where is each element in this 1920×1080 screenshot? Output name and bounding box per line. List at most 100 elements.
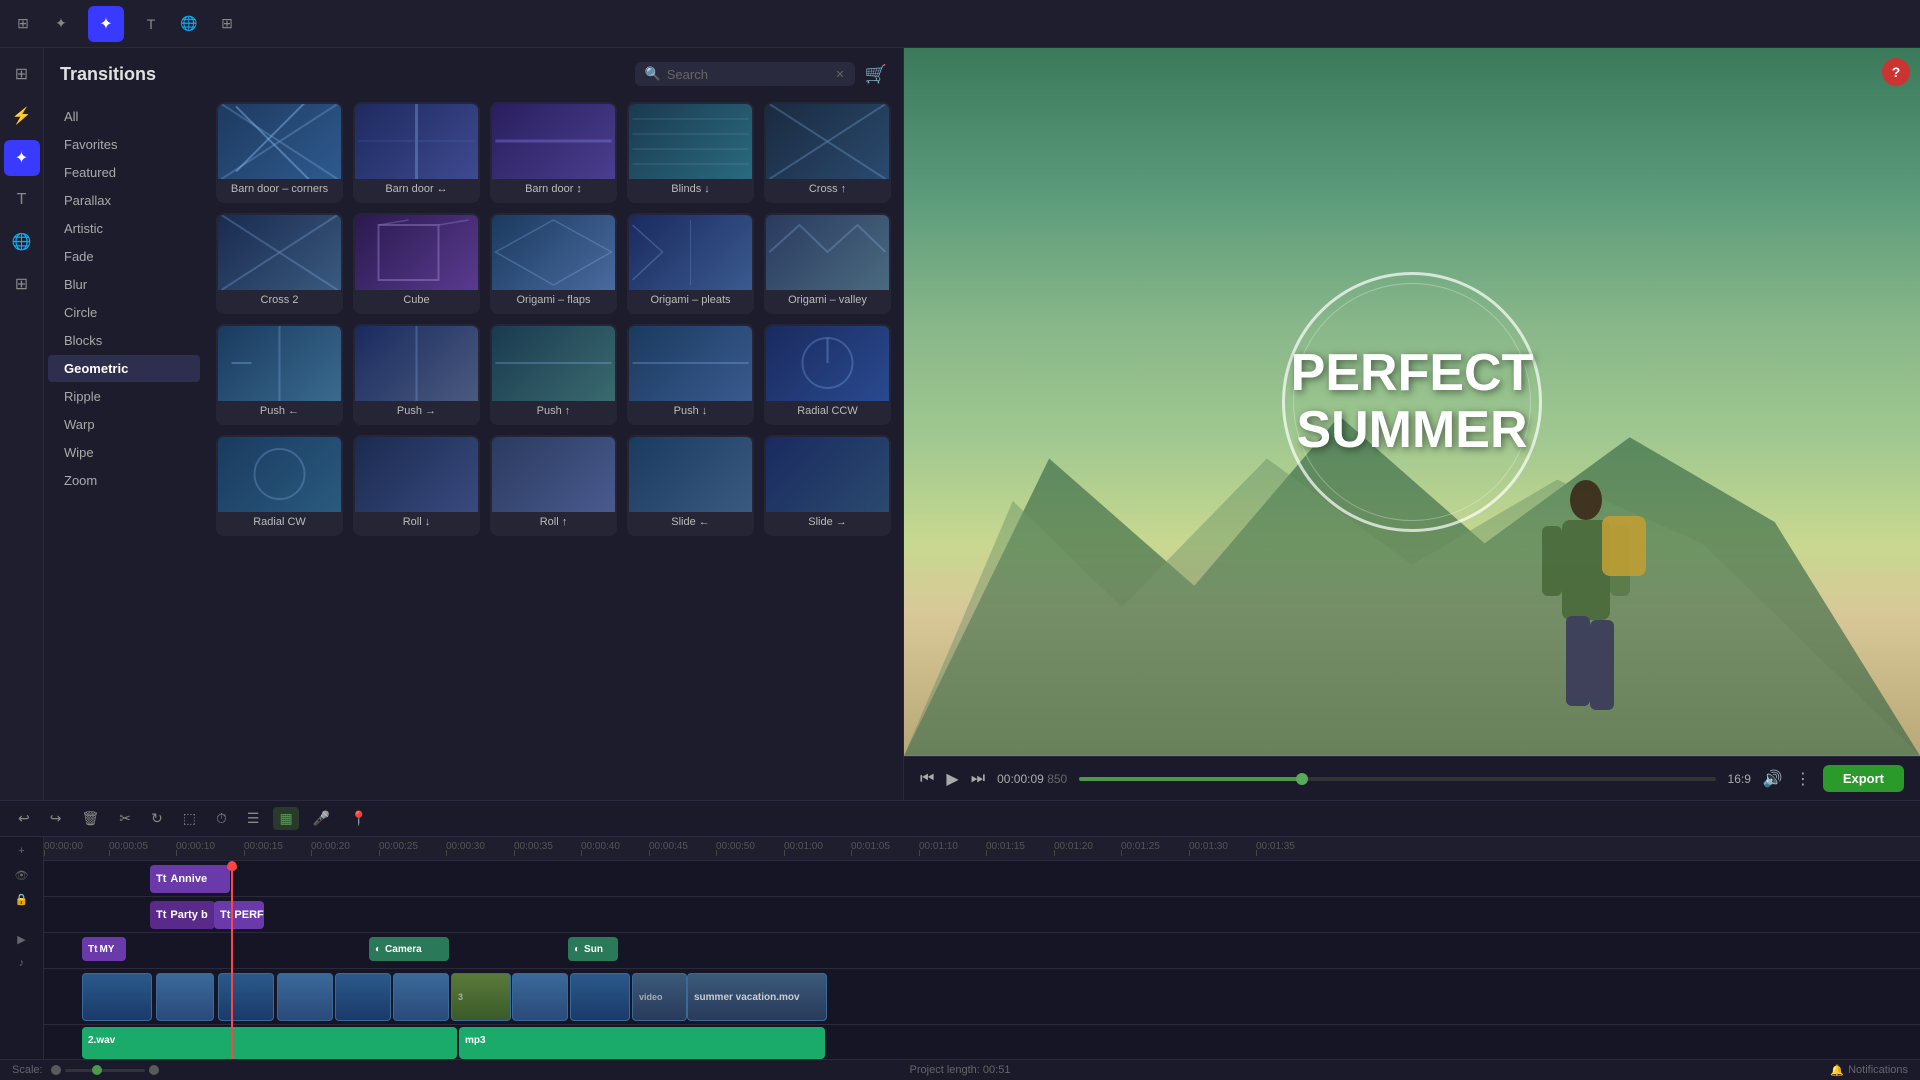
play-button[interactable]: ▶ [946,769,958,789]
help-button[interactable]: ? [1882,58,1910,86]
clear-icon[interactable]: ✕ [835,68,844,81]
nav-zoom[interactable]: Zoom [48,467,200,494]
transition-roll-down[interactable]: Roll ↓ [353,435,480,536]
transition-slide-right[interactable]: Slide → [764,435,891,536]
progress-bar[interactable] [1079,777,1715,781]
fast-forward-button[interactable]: ⏭ [971,770,985,788]
nav-wipe[interactable]: Wipe [48,439,200,466]
grid-icon[interactable]: ⊞ [12,13,34,35]
cart-icon[interactable]: 🛒 [865,64,887,85]
transition-cross2[interactable]: Cross 2 [216,213,343,314]
clip-camera[interactable]: ◐ Camera [369,937,449,961]
magic-icon[interactable]: ✦ [50,13,72,35]
clip-my[interactable]: Tt MY [82,937,126,961]
clip-perfe[interactable]: Tt PERFE [214,901,264,929]
menu-button[interactable]: ☰ [241,807,266,830]
apps-icon[interactable]: ⊞ [216,13,238,35]
nav-favorites[interactable]: Favorites [48,131,200,158]
nav-artistic[interactable]: Artistic [48,215,200,242]
special-button[interactable]: ▦ [273,807,298,830]
nav-parallax[interactable]: Parallax [48,187,200,214]
location-button[interactable]: 📍 [344,807,373,830]
tl-lock[interactable]: 🔒 [8,889,36,909]
video-clip-7[interactable]: 3 [451,973,511,1021]
clip-sun[interactable]: ◐ Sun [568,937,618,961]
effects-icon[interactable]: ✦ [88,6,124,42]
nav-featured[interactable]: Featured [48,159,200,186]
audio-clip-wav[interactable]: for(let i=0;i<187;i++){ const h = 4 + Ma… [82,1027,457,1059]
volume-button[interactable]: 🔊 [1763,769,1783,789]
transition-blinds[interactable]: Blinds ↓ [627,102,754,203]
sidebar-icon-text[interactable]: T [4,182,40,218]
nav-blur[interactable]: Blur [48,271,200,298]
text-icon[interactable]: T [140,13,162,35]
timeline-toolbar: ↩ ↪ 🗑 ✂ ↻ ⬚ ⏱ ☰ ▦ 🎤 📍 [0,801,1920,837]
transition-origami-pleats[interactable]: Origami – pleats [627,213,754,314]
transitions-body: All Favorites Featured Parallax Artistic… [44,94,903,800]
video-clip-3[interactable] [218,973,274,1021]
video-clip-6[interactable] [393,973,449,1021]
transition-origami-valley[interactable]: Origami – valley [764,213,891,314]
nav-geometric[interactable]: Geometric [48,355,200,382]
nav-fade[interactable]: Fade [48,243,200,270]
transition-barn-vert[interactable]: Barn door ↕ [490,102,617,203]
transition-cross1[interactable]: Cross ↑ [764,102,891,203]
nav-warp[interactable]: Warp [48,411,200,438]
nav-ripple[interactable]: Ripple [48,383,200,410]
tl-add-track[interactable]: + [8,841,36,861]
transition-radial-ccw[interactable]: Radial CCW [764,324,891,425]
nav-all[interactable]: All [48,103,200,130]
settings-button[interactable]: ⋮ [1795,769,1811,789]
scale-track[interactable] [65,1069,145,1072]
tl-audio-icon[interactable]: ♪ [8,953,36,973]
track-overlay-row: Tt MY ◐ Camera ◐ Sun [44,933,1920,969]
sidebar-icon-apps[interactable]: ⊞ [4,266,40,302]
sidebar-icon-magic[interactable]: ⚡ [4,98,40,134]
video-clip-8[interactable] [512,973,568,1021]
transition-radial-cw[interactable]: Radial CW [216,435,343,536]
mic-button[interactable]: 🎤 [307,807,336,830]
transition-push-up[interactable]: Push ↑ [490,324,617,425]
video-clip-1[interactable] [82,973,152,1021]
audio-clip-mp3[interactable]: for(let i=0;i<183;i++){ const h = 3 + Ma… [459,1027,825,1059]
video-clip-10[interactable]: video [632,973,687,1021]
scale-label: Scale: [12,1064,43,1076]
export-button[interactable]: Export [1823,765,1904,792]
transition-cube[interactable]: Cube [353,213,480,314]
redo-button[interactable]: ↪ [44,807,68,830]
transition-slide-left[interactable]: Slide ← [627,435,754,536]
video-clip-9[interactable] [570,973,630,1021]
video-clip-4[interactable] [277,973,333,1021]
timeline-tracks[interactable]: 00:00:00 00:00:05 00:00:10 00:00:15 00:0… [44,837,1920,1059]
undo-button[interactable]: ↩ [12,807,36,830]
notifications[interactable]: 🔔 Notifications [1830,1064,1908,1077]
timer-button[interactable]: ⏱ [210,807,233,830]
sidebar-icon-grid[interactable]: ⊞ [4,56,40,92]
globe-icon[interactable]: 🌐 [178,13,200,35]
transition-roll-up[interactable]: Roll ↑ [490,435,617,536]
search-input[interactable] [667,67,830,82]
sidebar-icon-effects[interactable]: ✦ [4,140,40,176]
redo2-button[interactable]: ↻ [145,807,169,830]
crop-button[interactable]: ⬚ [177,807,202,830]
rewind-button[interactable]: ⏮ [920,770,934,788]
video-clip-2[interactable] [156,973,214,1021]
delete-button[interactable]: 🗑 [75,807,105,830]
transition-push-down[interactable]: Push ↓ [627,324,754,425]
transition-barn-horiz[interactable]: Barn door ↔ [353,102,480,203]
clip-annive[interactable]: Tt Annive [150,865,230,893]
tl-eye[interactable]: 👁 [8,865,36,885]
sidebar-icon-globe[interactable]: 🌐 [4,224,40,260]
transition-push-left[interactable]: Push ← [216,324,343,425]
video-clip-5[interactable] [335,973,391,1021]
tl-video-icon[interactable]: ▶ [8,929,36,949]
video-clip-end[interactable]: summer vacation.mov [687,973,827,1021]
search-box[interactable]: 🔍 ✕ [635,62,855,86]
cut-button[interactable]: ✂ [113,807,137,830]
transition-push-right[interactable]: Push → [353,324,480,425]
transition-origami-flaps[interactable]: Origami – flaps [490,213,617,314]
clip-party[interactable]: Tt Party b [150,901,215,929]
nav-circle[interactable]: Circle [48,299,200,326]
nav-blocks[interactable]: Blocks [48,327,200,354]
transition-barn-corners[interactable]: Barn door – corners [216,102,343,203]
